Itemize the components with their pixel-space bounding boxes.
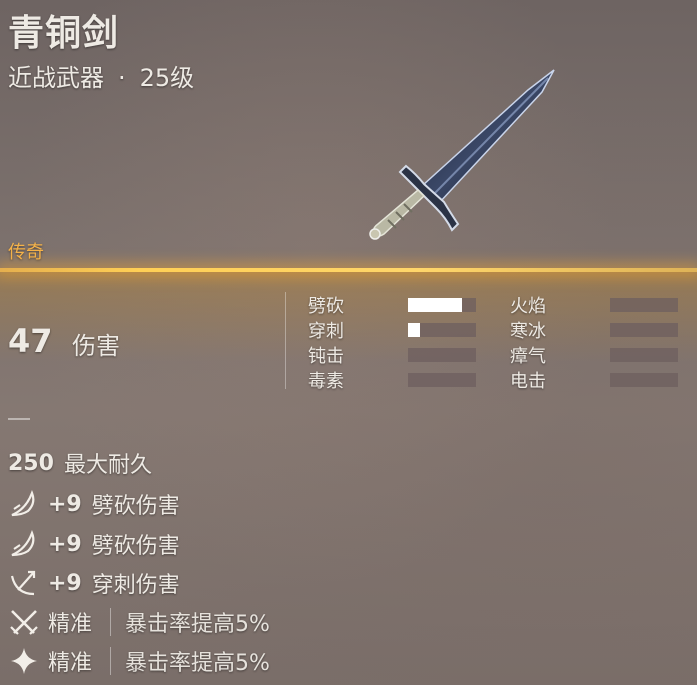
damage-type-bar [610,298,678,312]
rarity-divider [0,268,697,272]
damage-type-label: 钝击 [308,346,344,367]
perk-name: 精准 [48,651,93,676]
damage-type-label: 电击 [510,371,546,392]
bonus-label: 劈砍伤害 [91,494,180,519]
slash-icon [11,529,35,557]
section-divider [8,418,30,420]
perk-name: 精准 [48,612,93,637]
subtitle-separator: · [118,64,126,92]
damage-type-bar [408,298,476,312]
damage-type-label: 瘴气 [510,346,546,367]
slash-icon [11,489,35,517]
perk-separator [110,608,112,636]
bonus-label: 穿刺伤害 [91,573,180,598]
damage-type-bar [610,348,678,362]
bonus-label: 劈砍伤害 [91,534,180,559]
damage-type-label: 劈砍 [308,296,344,317]
crossed-swords-icon [10,610,38,635]
bonus-row: +9 穿刺伤害 [8,567,180,599]
durability-stat: 250 最大耐久 [8,447,152,479]
damage-type-label: 寒冰 [510,321,546,342]
damage-type-label: 毒素 [308,371,344,392]
perk-description: 暴击率提高5% [125,612,270,637]
bonus-value: +9 [48,570,82,596]
perk-separator [110,647,112,675]
damage-type-label: 火焰 [510,296,546,317]
item-level: 25级 [139,64,195,92]
bonus-row: +9 劈砍伤害 [8,488,180,520]
damage-type-bar [408,323,476,337]
bonus-row: +9 劈砍伤害 [8,528,180,560]
damage-type-bar-fill [408,323,421,337]
damage-label: 伤害 [72,332,120,360]
sparkle-icon [11,648,37,674]
bronze-sword-image [369,69,555,240]
damage-type-bar [408,348,476,362]
damage-type-label: 穿刺 [308,321,344,342]
rarity-label: 传奇 [8,242,44,263]
damage-type-bar [408,373,476,387]
damage-value: 47 [8,322,53,360]
item-name: 青铜剑 [8,13,120,54]
bonus-value: +9 [48,491,82,517]
perk-row: 精准 暴击率提高5% [8,645,270,677]
damage-type-bar [610,373,678,387]
item-subtitle: 近战武器 · 25级 [8,58,194,93]
damage-divider [285,292,286,389]
durability-value: 250 [8,450,54,476]
pierce-icon [10,570,36,596]
durability-label: 最大耐久 [63,453,152,478]
damage-type-bar-fill [408,298,463,312]
perk-row: 精准 暴击率提高5% [8,606,270,638]
perk-description: 暴击率提高5% [125,651,270,676]
bonus-value: +9 [48,531,82,557]
damage-type-bar [610,323,678,337]
item-type: 近战武器 [8,64,104,92]
